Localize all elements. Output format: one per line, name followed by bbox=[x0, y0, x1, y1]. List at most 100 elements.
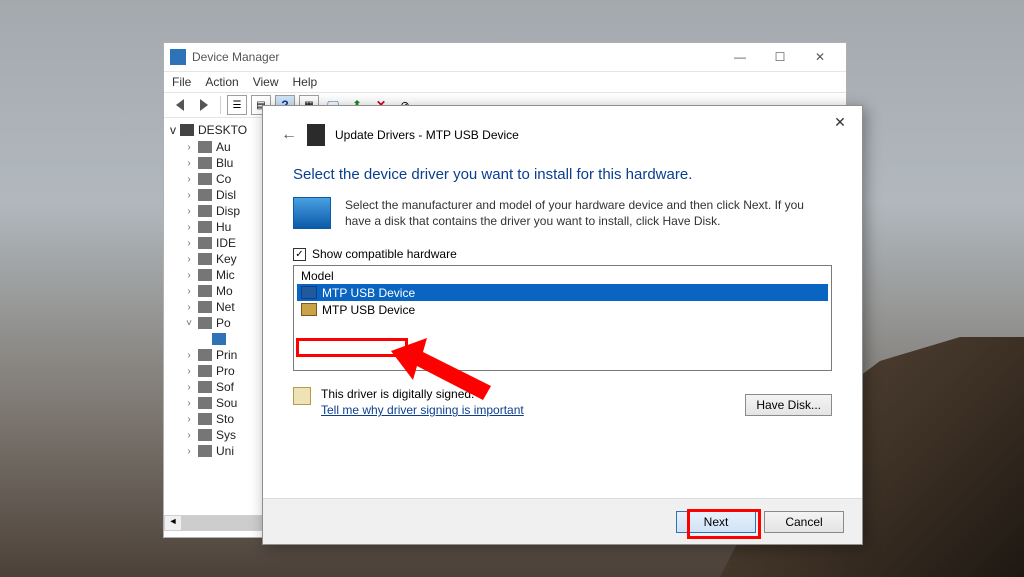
toolbar-divider bbox=[220, 96, 221, 114]
menu-bar: File Action View Help bbox=[164, 71, 846, 92]
device-icon bbox=[198, 445, 212, 457]
tree-label: Mo bbox=[216, 284, 233, 298]
disk-icon bbox=[301, 303, 317, 316]
chevron-icon[interactable]: › bbox=[184, 190, 194, 201]
signing-info-link[interactable]: Tell me why driver signing is important bbox=[321, 403, 524, 417]
nav-fwd-button[interactable] bbox=[194, 95, 214, 115]
tree-label: Sto bbox=[216, 412, 234, 426]
dialog-close-button[interactable]: ✕ bbox=[822, 110, 858, 134]
show-hidden-button[interactable]: ☰ bbox=[227, 95, 247, 115]
device-icon bbox=[198, 157, 212, 169]
tree-label: Mic bbox=[216, 268, 235, 282]
tree-label: Blu bbox=[216, 156, 233, 170]
compat-checkbox-row[interactable]: ✓ Show compatible hardware bbox=[293, 247, 832, 261]
chevron-icon[interactable]: › bbox=[184, 174, 194, 185]
chevron-icon[interactable]: ˅ bbox=[184, 318, 194, 329]
chevron-icon[interactable]: › bbox=[184, 302, 194, 313]
device-icon bbox=[198, 429, 212, 441]
model-item[interactable]: MTP USB Device bbox=[297, 301, 828, 318]
menu-view[interactable]: View bbox=[253, 75, 279, 89]
maximize-button[interactable]: ☐ bbox=[760, 43, 800, 71]
tree-label: IDE bbox=[216, 236, 236, 250]
check-mark: ✓ bbox=[295, 249, 303, 260]
disk-icon bbox=[301, 286, 317, 299]
model-label: MTP USB Device bbox=[322, 286, 415, 300]
tree-label: Prin bbox=[216, 348, 237, 362]
cancel-button[interactable]: Cancel bbox=[764, 511, 844, 533]
checkbox-label: Show compatible hardware bbox=[312, 247, 457, 261]
menu-help[interactable]: Help bbox=[293, 75, 318, 89]
chevron-icon[interactable]: › bbox=[184, 238, 194, 249]
chevron-icon[interactable]: › bbox=[184, 382, 194, 393]
chevron-icon[interactable]: › bbox=[184, 222, 194, 233]
chevron-icon[interactable]: › bbox=[184, 350, 194, 361]
device-icon bbox=[198, 253, 212, 265]
nav-back-button[interactable] bbox=[170, 95, 190, 115]
driver-icon bbox=[307, 124, 325, 146]
device-icon bbox=[198, 349, 212, 361]
dialog-footer: Next Cancel bbox=[263, 498, 862, 544]
have-disk-button[interactable]: Have Disk... bbox=[745, 394, 832, 416]
scroll-left-button[interactable]: ◄ bbox=[165, 516, 181, 530]
tree-label: Disp bbox=[216, 204, 240, 218]
dialog-header: ← Update Drivers - MTP USB Device bbox=[263, 106, 862, 150]
tree-label: Co bbox=[216, 172, 231, 186]
tree-label: Sof bbox=[216, 380, 234, 394]
chevron-icon[interactable]: › bbox=[184, 254, 194, 265]
device-icon bbox=[212, 333, 226, 345]
root-label: DESKTO bbox=[198, 123, 247, 137]
chevron-icon[interactable]: › bbox=[184, 206, 194, 217]
tree-label: Key bbox=[216, 252, 237, 266]
dialog-heading: Select the device driver you want to ins… bbox=[293, 166, 832, 183]
chevron-icon[interactable]: › bbox=[184, 430, 194, 441]
device-icon bbox=[198, 285, 212, 297]
window-title: Device Manager bbox=[192, 50, 279, 64]
tree-label: Uni bbox=[216, 444, 234, 458]
device-icon bbox=[198, 189, 212, 201]
minimize-button[interactable]: — bbox=[720, 43, 760, 71]
next-button[interactable]: Next bbox=[676, 511, 756, 533]
tree-label: Sys bbox=[216, 428, 236, 442]
tree-label: Pro bbox=[216, 364, 235, 378]
model-label: MTP USB Device bbox=[322, 303, 415, 317]
intro-text: Select the manufacturer and model of you… bbox=[345, 197, 832, 229]
model-item[interactable]: MTP USB Device bbox=[297, 284, 828, 301]
chevron-icon[interactable]: › bbox=[184, 270, 194, 281]
close-button[interactable]: ✕ bbox=[800, 43, 840, 71]
device-icon bbox=[198, 205, 212, 217]
menu-action[interactable]: Action bbox=[205, 75, 238, 89]
tree-label: Au bbox=[216, 140, 231, 154]
chevron-icon[interactable]: › bbox=[184, 414, 194, 425]
device-icon bbox=[198, 269, 212, 281]
titlebar[interactable]: Device Manager — ☐ ✕ bbox=[164, 43, 846, 71]
computer-icon bbox=[180, 124, 194, 136]
chevron-down-icon[interactable]: v bbox=[170, 123, 176, 137]
device-icon bbox=[198, 317, 212, 329]
dialog-intro: Select the manufacturer and model of you… bbox=[293, 197, 832, 229]
monitor-large-icon bbox=[293, 197, 331, 229]
device-icon bbox=[198, 301, 212, 313]
chevron-icon[interactable]: › bbox=[184, 366, 194, 377]
update-drivers-dialog: ✕ ← Update Drivers - MTP USB Device Sele… bbox=[262, 105, 863, 545]
certificate-icon bbox=[293, 387, 311, 405]
tree-label: Sou bbox=[216, 396, 237, 410]
device-icon bbox=[198, 365, 212, 377]
chevron-icon[interactable]: › bbox=[184, 446, 194, 457]
device-icon bbox=[198, 237, 212, 249]
dialog-title: Update Drivers - MTP USB Device bbox=[335, 128, 519, 142]
checkbox-icon[interactable]: ✓ bbox=[293, 248, 306, 261]
chevron-icon[interactable]: › bbox=[184, 286, 194, 297]
device-icon bbox=[198, 381, 212, 393]
device-icon bbox=[198, 397, 212, 409]
device-icon bbox=[198, 221, 212, 233]
menu-file[interactable]: File bbox=[172, 75, 191, 89]
tree-label: Po bbox=[216, 316, 231, 330]
chevron-icon[interactable]: › bbox=[184, 158, 194, 169]
tree-label: Net bbox=[216, 300, 235, 314]
chevron-icon[interactable]: › bbox=[184, 398, 194, 409]
chevron-icon[interactable]: › bbox=[184, 142, 194, 153]
model-listbox[interactable]: Model MTP USB DeviceMTP USB Device bbox=[293, 265, 832, 371]
back-arrow-icon[interactable]: ← bbox=[281, 126, 297, 144]
device-icon bbox=[198, 413, 212, 425]
signed-text: This driver is digitally signed. bbox=[321, 387, 524, 401]
